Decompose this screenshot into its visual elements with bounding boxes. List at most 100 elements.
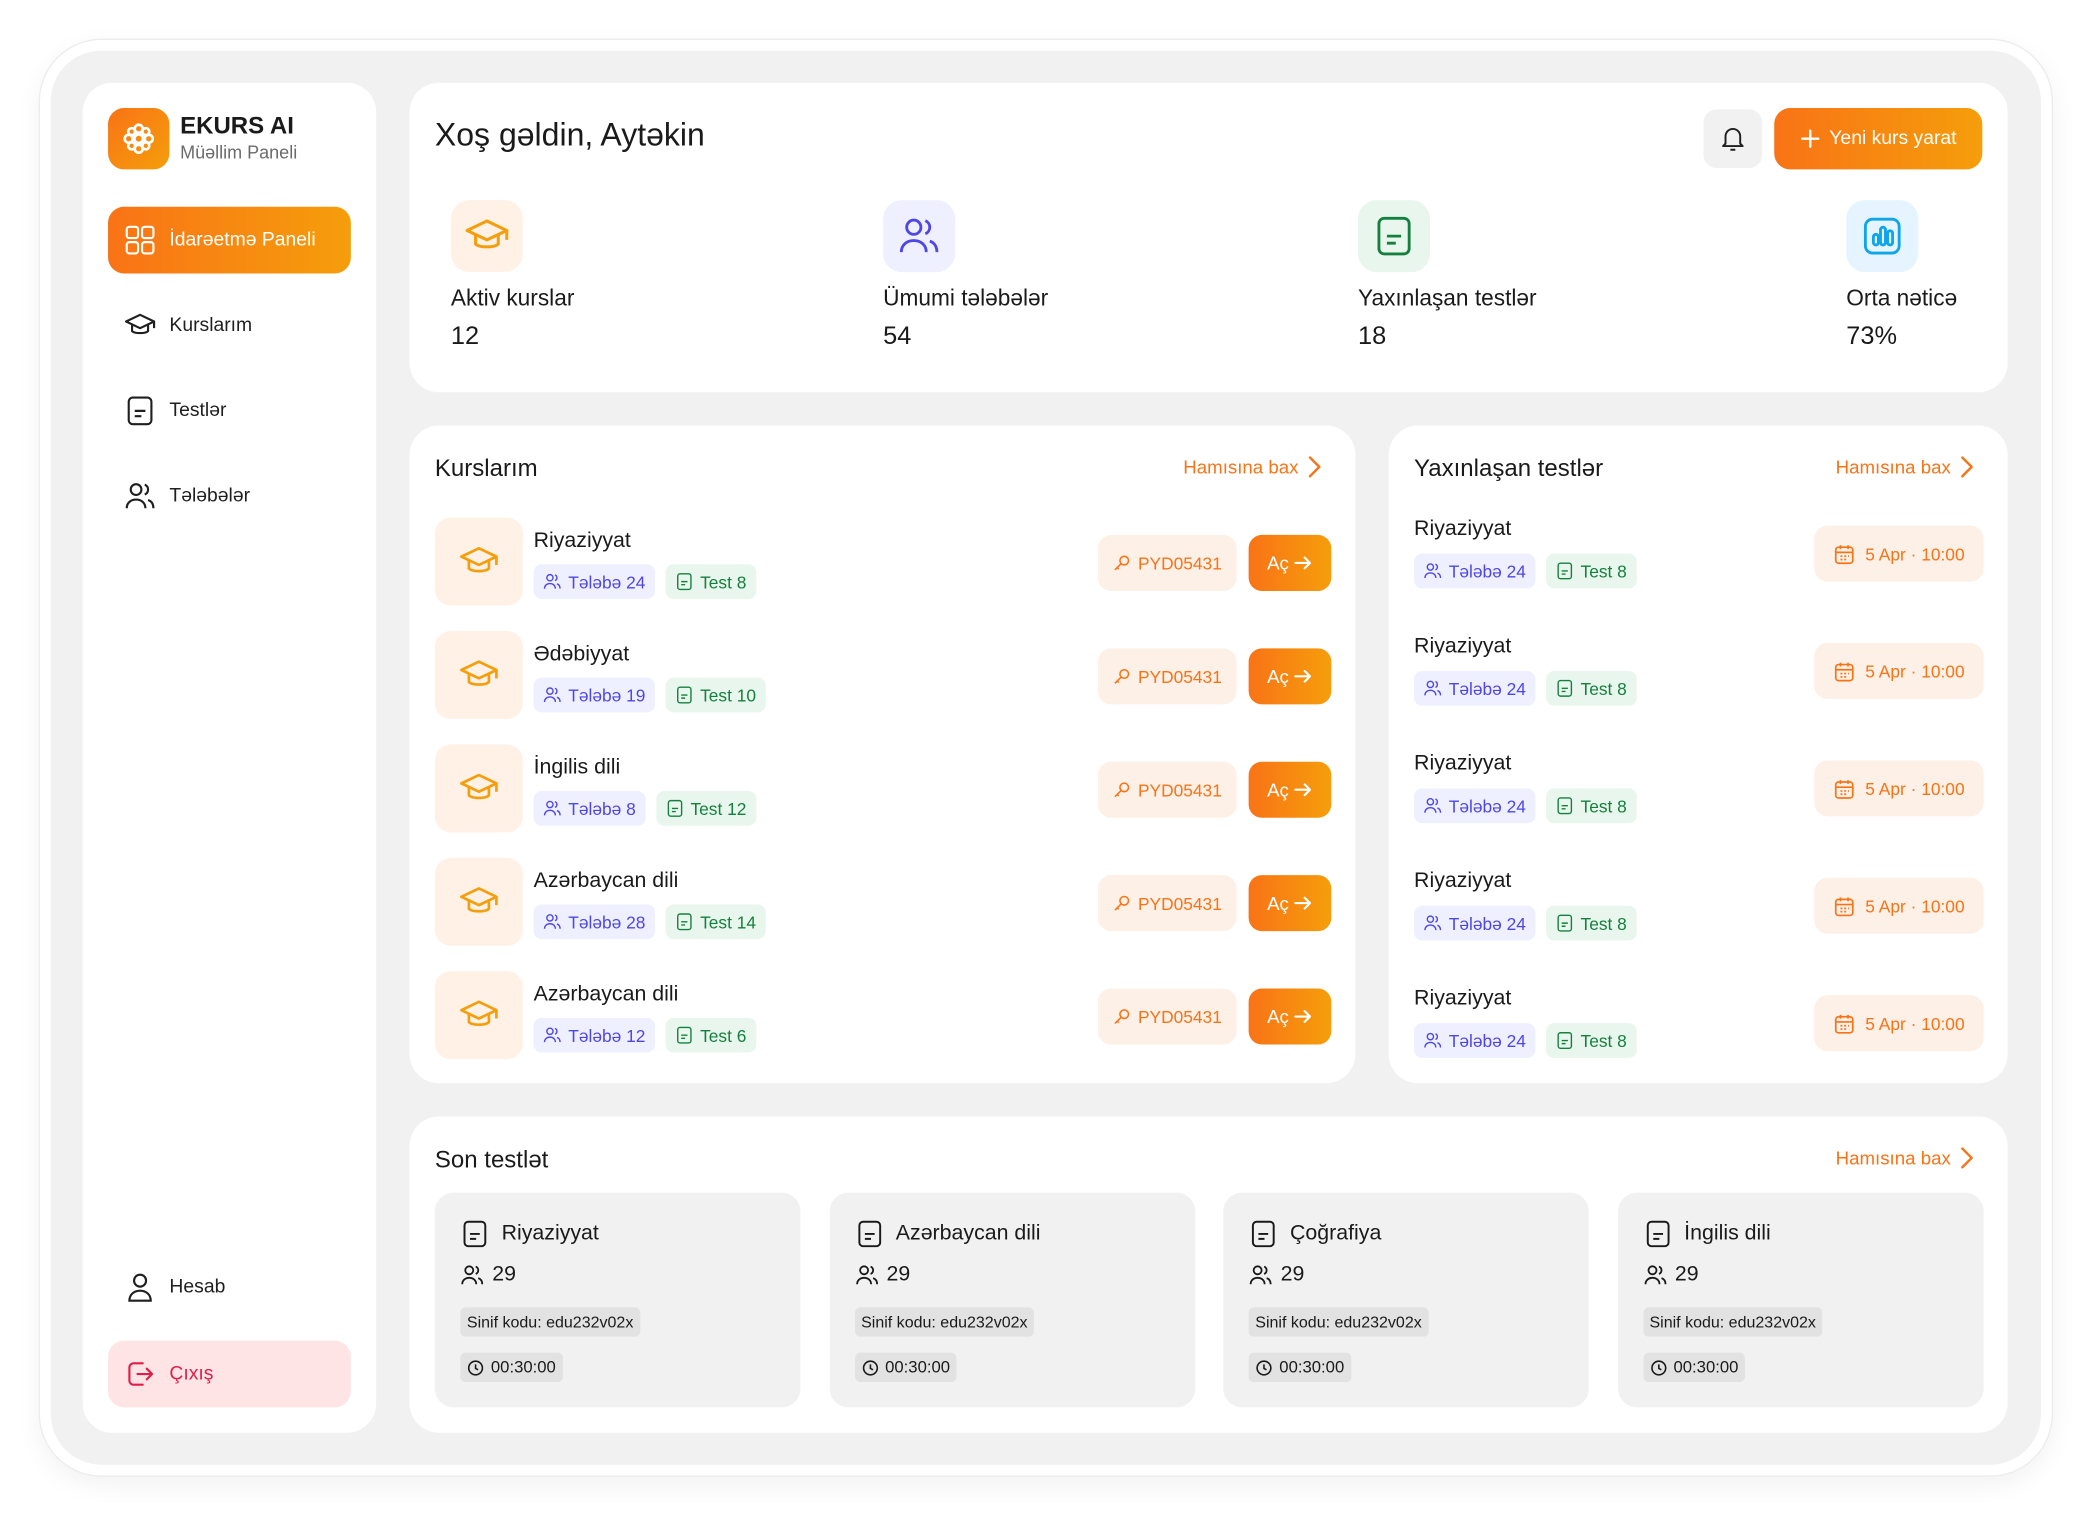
- tests-chip-label: Test 8: [1580, 1030, 1627, 1051]
- courses-see-all-link[interactable]: Hamısına bax: [1183, 455, 1322, 479]
- upcoming-test-row[interactable]: Riyaziyyat Tələbə 24 Test 8 5 Apr · 10:0…: [1414, 752, 1984, 832]
- upcoming-test-row[interactable]: Riyaziyyat Tələbə 24 Test 8 5 Apr · 10:0…: [1414, 987, 1984, 1067]
- key-icon: [1114, 555, 1130, 571]
- students-chip: Tələbə 8: [533, 791, 646, 826]
- upcoming-test-row[interactable]: Riyaziyyat Tələbə 24 Test 8 5 Apr · 10:0…: [1414, 635, 1984, 715]
- test-chips: Tələbə 24 Test 8: [1414, 905, 1637, 941]
- course-chips: Tələbə 12 Test 6: [533, 1017, 756, 1053]
- sidebar-item-dashboard[interactable]: İdarəetmə Paneli: [108, 206, 351, 274]
- open-course-button[interactable]: Aç: [1248, 988, 1332, 1045]
- course-code-pill[interactable]: PYD05431: [1097, 648, 1237, 705]
- upcoming-test-row[interactable]: Riyaziyyat Tələbə 24 Test 8 5 Apr · 10:0…: [1414, 518, 1984, 598]
- arrow-right-icon: [1294, 1010, 1312, 1023]
- key-icon: [1114, 1009, 1130, 1025]
- course-code: PYD05431: [1137, 779, 1222, 800]
- chevron-right-icon: [1309, 456, 1322, 478]
- open-course-button[interactable]: Aç: [1248, 534, 1332, 591]
- brand-name: EKURS AI: [180, 112, 294, 139]
- course-code-pill[interactable]: PYD05431: [1097, 988, 1237, 1045]
- dashboard-grid-icon: [125, 225, 155, 255]
- chevron-right-icon: [1961, 456, 1974, 478]
- arrow-right-icon: [1294, 896, 1312, 910]
- users-icon: [543, 687, 561, 703]
- test-date-pill: 5 Apr · 10:00: [1814, 642, 1984, 700]
- upcoming-test-row[interactable]: Riyaziyyat Tələbə 24 Test 8 5 Apr · 10:0…: [1414, 870, 1984, 950]
- course-code-pill[interactable]: PYD05431: [1097, 534, 1237, 591]
- logout-label: Çıxış: [169, 1363, 214, 1385]
- course-row: Riyaziyyat Tələbə 24 Test 8 PYD05431 Aç: [434, 517, 1332, 609]
- course-thumbnail: [434, 971, 523, 1060]
- courses-title: Kurslarım: [434, 454, 538, 482]
- sidebar-item-tests[interactable]: Testlər: [108, 378, 351, 445]
- tests-chip: Test 14: [665, 904, 766, 940]
- users-icon: [1424, 798, 1442, 813]
- course-code-pill[interactable]: PYD05431: [1097, 875, 1237, 932]
- graduation-cap-icon: [450, 200, 523, 273]
- notifications-button[interactable]: [1703, 109, 1763, 169]
- test-date-pill: 5 Apr · 10:00: [1814, 760, 1984, 817]
- stat-total-students: Ümumi tələbələr 54: [883, 200, 1048, 352]
- recent-test-count: 29: [492, 1263, 516, 1286]
- graduation-cap-icon: [460, 773, 498, 800]
- header-card: Xoş gəldin, Aytəkin Yeni kurs yarat Akti…: [409, 82, 2008, 393]
- sidebar-item-label: Tələbələr: [169, 485, 251, 507]
- new-course-button[interactable]: Yeni kurs yarat: [1774, 108, 1983, 170]
- upcoming-tests-title: Yaxınlaşan testlər: [1414, 454, 1604, 482]
- recent-test-card[interactable]: Riyaziyyat 29 Sinif kodu: edu232v02x 00:…: [434, 1192, 801, 1408]
- recent-tests-title: Son testlət: [434, 1145, 549, 1173]
- open-label: Aç: [1267, 892, 1289, 914]
- students-chip: Tələbə 12: [533, 1017, 655, 1053]
- recent-test-name: İngilis dili: [1684, 1221, 1771, 1245]
- users-icon: [543, 800, 561, 816]
- sidebar-item-courses[interactable]: Kurslarım: [108, 292, 351, 359]
- recent-test-card[interactable]: İngilis dili 29 Sinif kodu: edu232v02x 0…: [1617, 1192, 1983, 1408]
- logout-button[interactable]: Çıxış: [108, 1340, 351, 1408]
- sidebar-item-students[interactable]: Tələbələr: [108, 463, 351, 530]
- document-icon: [676, 913, 692, 931]
- key-icon: [1114, 782, 1130, 798]
- users-icon: [543, 573, 561, 589]
- test-name: Riyaziyyat: [1414, 869, 1512, 893]
- stat-label: Ümumi tələbələr: [883, 285, 1049, 311]
- recent-see-all-link[interactable]: Hamısına bax: [1836, 1146, 1975, 1170]
- course-code: PYD05431: [1137, 552, 1222, 573]
- brand-subtitle: Müəllim Paneli: [180, 142, 298, 163]
- stat-value: 12: [450, 322, 480, 351]
- recent-test-card[interactable]: Azərbaycan dili 29 Sinif kodu: edu232v02…: [829, 1192, 1195, 1408]
- tests-chip-label: Test 8: [1580, 795, 1627, 816]
- account-label: Hesab: [169, 1276, 226, 1298]
- duration: 00:30:00: [1673, 1358, 1739, 1377]
- open-label: Aç: [1267, 552, 1289, 574]
- graduation-cap-icon: [460, 887, 498, 913]
- recent-test-name: Çoğrafiya: [1289, 1221, 1382, 1245]
- tests-chip: Test 8: [1545, 1023, 1637, 1058]
- test-date-pill: 5 Apr · 10:00: [1814, 995, 1984, 1052]
- students-chip-label: Tələbə 12: [568, 1025, 646, 1046]
- open-course-button[interactable]: Aç: [1248, 648, 1332, 705]
- recent-test-title: Azərbaycan dili: [854, 1219, 1041, 1248]
- users-icon: [1424, 563, 1442, 579]
- duration-badge: 00:30:00: [854, 1352, 957, 1383]
- stat-active-courses: Aktiv kurslar 12: [450, 200, 574, 352]
- students-chip: Tələbə 19: [533, 677, 655, 713]
- recent-test-card[interactable]: Çoğrafiya 29 Sinif kodu: edu232v02x 00:3…: [1223, 1192, 1589, 1408]
- course-row: Azərbaycan dili Tələbə 12 Test 6 PYD0543…: [434, 971, 1332, 1062]
- recent-tests-panel: Son testlət Hamısına bax Riyaziyyat 29 S…: [409, 1116, 2008, 1433]
- tests-chip: Test 8: [665, 564, 756, 599]
- students-chip-label: Tələbə 24: [1448, 1030, 1526, 1051]
- students-chip-label: Tələbə 24: [1448, 913, 1526, 934]
- students-chip-label: Tələbə 8: [568, 798, 636, 819]
- test-date: 5 Apr · 10:00: [1865, 1013, 1965, 1034]
- test-date: 5 Apr · 10:00: [1865, 895, 1965, 916]
- course-code-pill[interactable]: PYD05431: [1097, 761, 1237, 818]
- class-code-badge: Sinif kodu: edu232v02x: [1642, 1307, 1823, 1337]
- upcoming-see-all-link[interactable]: Hamısına bax: [1836, 455, 1975, 479]
- course-name: İngilis dili: [533, 756, 621, 780]
- account-button[interactable]: Hesab: [108, 1254, 351, 1321]
- open-course-button[interactable]: Aç: [1248, 761, 1332, 818]
- open-course-button[interactable]: Aç: [1248, 875, 1332, 932]
- see-all-label: Hamısına bax: [1835, 456, 1951, 478]
- class-code-badge: Sinif kodu: edu232v02x: [854, 1307, 1035, 1337]
- sidebar-item-label: Kurslarım: [169, 314, 253, 337]
- students-chip: Tələbə 24: [1414, 671, 1536, 706]
